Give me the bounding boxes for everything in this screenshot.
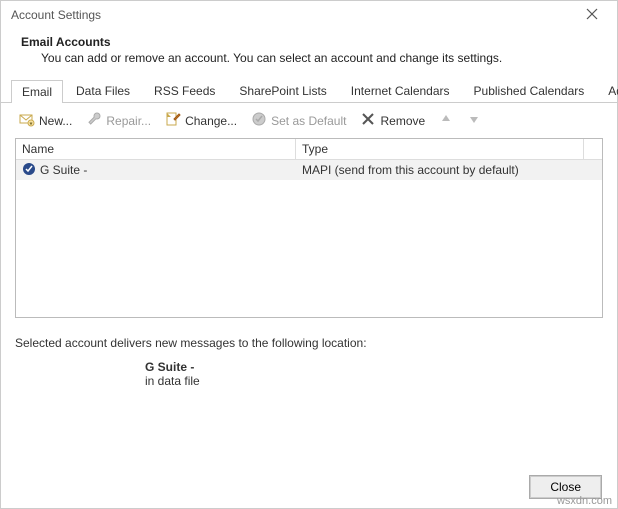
delivery-account: G Suite - [15,360,603,374]
titlebar: Account Settings [1,1,617,27]
tab-address-books[interactable]: Address Books [597,79,618,102]
delivery-caption: Selected account delivers new messages t… [15,336,603,350]
remove-account-button[interactable]: Remove [356,109,429,132]
column-spacer [584,139,602,159]
account-name-cell: G Suite - [16,162,296,179]
page-edit-icon [165,111,181,130]
tab-published-calendars[interactable]: Published Calendars [463,79,596,102]
tab-rss-feeds[interactable]: RSS Feeds [143,79,226,102]
account-name: G Suite - [40,163,87,177]
tab-data-files[interactable]: Data Files [65,79,141,102]
window-title: Account Settings [11,8,101,22]
set-default-label: Set as Default [271,114,346,128]
svg-text:★: ★ [29,121,34,127]
envelope-new-icon: ★ [19,111,35,130]
list-header: Name Type [16,139,602,160]
column-type[interactable]: Type [296,139,584,159]
tab-sharepoint-lists[interactable]: SharePoint Lists [228,79,337,102]
change-label: Change... [185,114,237,128]
account-type: MAPI (send from this account by default) [296,163,602,177]
column-name[interactable]: Name [16,139,296,159]
move-up-button[interactable] [435,112,457,129]
tab-strip: Email Data Files RSS Feeds SharePoint Li… [1,79,617,103]
accounts-list: Name Type G Suite - MAPI (send from this… [15,138,603,318]
default-check-icon [22,162,36,179]
header-title: Email Accounts [21,35,597,49]
header-block: Email Accounts You can add or remove an … [1,27,617,79]
x-icon [360,111,376,130]
tab-email[interactable]: Email [11,80,63,103]
window-close-button[interactable] [577,7,607,23]
toolbar: ★ New... Repair... Change... Set as Defa… [1,103,617,138]
watermark: wsxdn.com [557,495,612,507]
repair-account-button[interactable]: Repair... [82,109,155,132]
delivery-location: Selected account delivers new messages t… [1,318,617,392]
remove-label: Remove [380,114,425,128]
header-subtitle: You can add or remove an account. You ca… [21,49,597,65]
delivery-path: in data file [15,374,603,388]
move-down-button[interactable] [463,112,485,129]
check-circle-icon [251,111,267,130]
tab-internet-calendars[interactable]: Internet Calendars [340,79,461,102]
account-row[interactable]: G Suite - MAPI (send from this account b… [16,160,602,180]
account-settings-window: Account Settings Email Accounts You can … [0,0,618,509]
new-label: New... [39,114,72,128]
change-account-button[interactable]: Change... [161,109,241,132]
set-default-button[interactable]: Set as Default [247,109,350,132]
wrench-icon [86,111,102,130]
repair-label: Repair... [106,114,151,128]
new-account-button[interactable]: ★ New... [15,109,76,132]
